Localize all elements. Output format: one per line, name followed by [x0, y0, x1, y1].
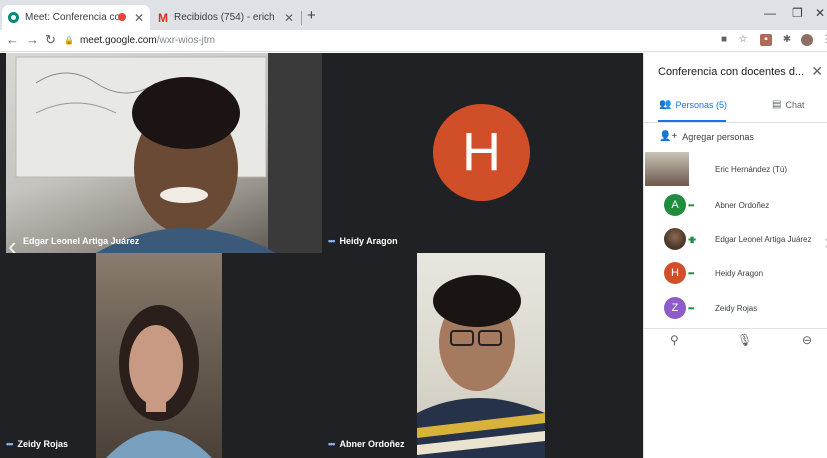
- lock-icon: 🔒: [64, 36, 74, 45]
- tab-divider: [301, 11, 302, 25]
- video-frame: [106, 305, 212, 458]
- list-item[interactable]: Eric Hernández (Tú): [644, 152, 827, 186]
- reload-icon[interactable]: ↻: [45, 32, 56, 48]
- video-tile[interactable]: ••• Zeidy Rojas: [6, 253, 322, 458]
- tab-people[interactable]: 👥 Personas (5): [659, 99, 727, 110]
- participant-list: Eric Hernández (Tú) A ••• Abner Ordoñez …: [644, 152, 827, 327]
- add-person-icon: 👤+: [659, 131, 678, 142]
- avatar: [645, 152, 689, 186]
- meeting-grid: ‹ Edgar Leonel Artiga Juárez H ••• Heidy …: [0, 53, 643, 458]
- new-tab-button[interactable]: +: [307, 7, 316, 24]
- add-people-button[interactable]: 👤+ Agregar personas: [659, 131, 754, 142]
- close-icon[interactable]: ✕: [134, 11, 144, 25]
- address-bar: ← → ↻ 🔒 meet.google.com /wxr-wios-jtm ■ …: [0, 30, 827, 52]
- tab-label: Chat: [785, 99, 805, 110]
- participant-name: Heidy Aragon: [715, 268, 764, 278]
- audio-indicator-icon: •••: [328, 439, 336, 449]
- window-close-icon[interactable]: ✕: [815, 6, 825, 20]
- tab-title: Recibidos (754) - ericheragular@: [174, 12, 274, 23]
- participant-name: Edgar Leonel Artiga Juárez: [715, 234, 812, 244]
- tab-gmail[interactable]: M Recibidos (754) - ericheragular@ ✕: [152, 5, 300, 30]
- extension-icon[interactable]: ▪: [760, 34, 772, 46]
- url-path: /wxr-wios-jtm: [156, 35, 216, 46]
- audio-indicator-icon: •••: [688, 268, 694, 278]
- tab-title: Meet: Conferencia con doce: [25, 12, 125, 23]
- participant-name: ••• Heidy Aragon: [328, 236, 398, 246]
- participant-video: [417, 253, 545, 458]
- video-tile[interactable]: ••• Abner Ordoñez: [322, 253, 643, 458]
- minimize-icon[interactable]: —: [764, 6, 776, 20]
- audio-indicator-icon: •••: [6, 439, 14, 449]
- participant-name: Zeidy Rojas: [715, 303, 758, 313]
- chat-icon: ▤: [772, 99, 782, 110]
- avatar: Z: [664, 297, 686, 319]
- list-item[interactable]: H ••• Heidy Aragon: [644, 256, 827, 290]
- panel-title: Conferencia con docentes d...: [658, 66, 805, 78]
- list-item[interactable]: Z ••• Zeidy Rojas: [644, 291, 827, 325]
- maximize-icon[interactable]: ❐: [792, 6, 803, 20]
- puzzle-icon[interactable]: ✱: [781, 34, 793, 46]
- divider: [644, 328, 827, 329]
- participant-name: Eric Hernández (Tú): [715, 164, 788, 174]
- participant-name: Abner Ordoñez: [715, 200, 770, 210]
- tab-chat[interactable]: ▤ Chat: [772, 99, 804, 110]
- divider: [644, 122, 827, 123]
- list-item[interactable]: A ••• Abner Ordoñez: [644, 188, 827, 222]
- participant-name: Edgar Leonel Artiga Juárez: [23, 236, 140, 246]
- gmail-icon: M: [158, 10, 168, 25]
- meet-icon: [8, 12, 19, 23]
- participant-name: ••• Zeidy Rojas: [6, 439, 68, 449]
- audio-indicator-icon: •••: [688, 200, 694, 210]
- camera-icon[interactable]: ■: [718, 34, 730, 46]
- star-icon[interactable]: ☆: [737, 34, 749, 46]
- avatar: A: [664, 194, 686, 216]
- video-frame: [417, 275, 545, 458]
- list-item[interactable]: ▪▮▪ Edgar Leonel Artiga Juárez: [644, 222, 827, 256]
- tab-label: Personas (5): [675, 99, 727, 110]
- people-panel: Conferencia con docentes d... ✕ 👥 Person…: [643, 53, 827, 458]
- url-host: meet.google.com: [79, 35, 157, 46]
- participant-video: [96, 253, 222, 458]
- pin-icon[interactable]: ⚲: [670, 333, 679, 347]
- avatar-tile[interactable]: H ••• Heidy Aragon: [322, 53, 643, 253]
- mic-icon[interactable]: 🎙: [737, 333, 752, 347]
- avatar: H: [433, 104, 530, 201]
- avatar: [664, 228, 686, 250]
- video-frame: [15, 53, 322, 253]
- chevron-left-icon[interactable]: ‹: [8, 231, 17, 253]
- video-tile[interactable]: ‹ Edgar Leonel Artiga Juárez: [6, 53, 322, 253]
- participant-name: ••• Abner Ordoñez: [328, 439, 405, 449]
- url-field[interactable]: 🔒 meet.google.com /wxr-wios-jtm: [64, 32, 704, 49]
- add-people-label: Agregar personas: [682, 131, 754, 142]
- avatar: H: [664, 262, 686, 284]
- speaking-icon: ▪▮▪: [688, 234, 696, 244]
- audio-indicator-icon: •••: [688, 303, 694, 313]
- browser-tab-bar: Meet: Conferencia con doce ✕ M Recibidos…: [0, 0, 827, 30]
- recording-icon: [118, 13, 126, 21]
- audio-indicator-icon: •••: [328, 236, 336, 246]
- people-icon: 👥: [659, 99, 672, 110]
- back-icon[interactable]: ←: [6, 32, 19, 47]
- tab-meet[interactable]: Meet: Conferencia con doce ✕: [2, 5, 150, 30]
- participant-video: [6, 53, 322, 253]
- close-icon[interactable]: ✕: [811, 63, 823, 80]
- close-icon[interactable]: ✕: [284, 11, 294, 25]
- remove-icon[interactable]: ⊖: [802, 333, 812, 347]
- profile-avatar[interactable]: [801, 34, 813, 46]
- forward-icon[interactable]: →: [26, 32, 39, 47]
- menu-icon[interactable]: ⋮: [820, 34, 827, 46]
